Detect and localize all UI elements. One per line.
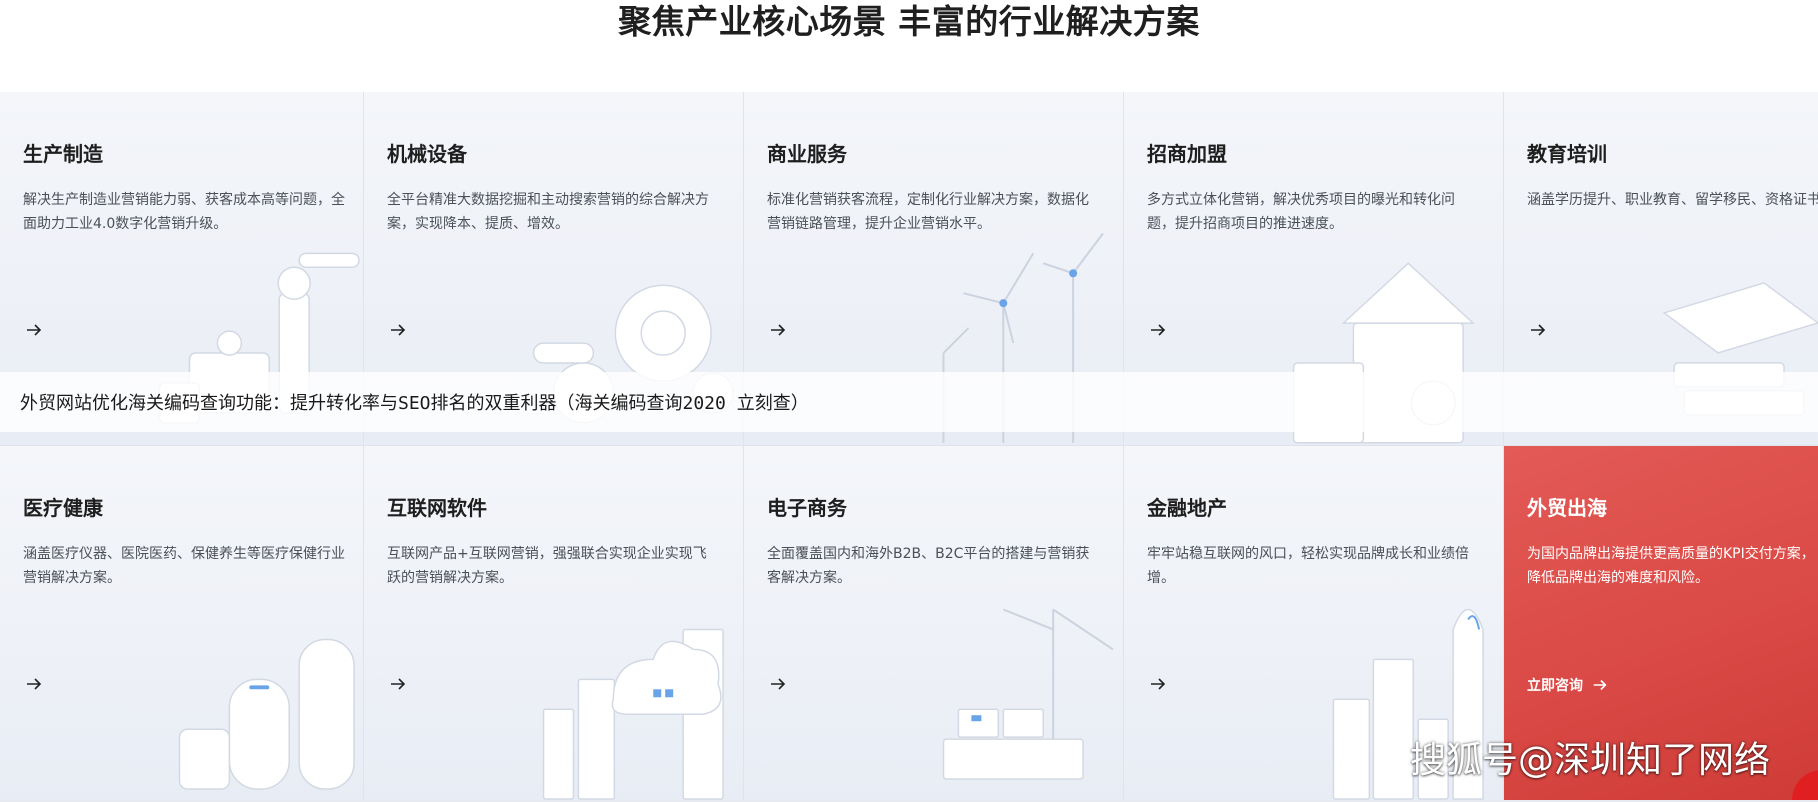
card-title: 电子商务 [767, 496, 847, 520]
card-title: 商业服务 [767, 142, 847, 166]
arrow-right-icon[interactable] [768, 674, 788, 694]
card-description: 牢牢站稳互联网的风口，轻松实现品牌成长和业绩倍增。 [1147, 546, 1469, 586]
arrow-right-icon[interactable] [388, 674, 408, 694]
card-title: 机械设备 [387, 142, 467, 166]
card-description: 全面覆盖国内和海外B2B、B2C平台的搭建与营销获客解决方案。 [767, 546, 1090, 586]
consult-now-label: 立即咨询 [1527, 678, 1583, 694]
arrow-right-icon[interactable] [1148, 674, 1168, 694]
solutions-grid: 生产制造 解决生产制造业营销能力弱、获客成本高等问题，全面助力工业4.0数字化营… [0, 92, 1818, 802]
card-title: 生产制造 [23, 142, 103, 166]
solution-card-internet-software[interactable]: 互联网软件 互联网产品+互联网营销，强强联合实现企业实现飞跃的营销解决方案。 [364, 446, 744, 802]
article-headline-banner[interactable]: 外贸网站优化海关编码查询功能：提升转化率与SEO排名的双重利器（海关编码查询20… [0, 372, 1818, 432]
card-title: 金融地产 [1147, 496, 1227, 520]
solution-card-healthcare[interactable]: 医疗健康 涵盖医疗仪器、医院医药、保健养生等医疗保健行业营销解决方案。 [0, 446, 364, 802]
consult-now-link[interactable]: 立即咨询 [1527, 674, 1609, 696]
card-title: 互联网软件 [387, 496, 487, 520]
card-title: 外贸出海 [1527, 496, 1607, 520]
card-description: 多方式立体化营销，解决优秀项目的曝光和转化问题，提升招商项目的推进速度。 [1147, 192, 1455, 232]
arrow-right-icon[interactable] [1148, 320, 1168, 340]
medicine-bottles-illustration [178, 638, 355, 790]
card-description: 互联网产品+互联网营销，强强联合实现企业实现飞跃的营销解决方案。 [387, 546, 707, 586]
card-description: 涵盖医疗仪器、医院医药、保健养生等医疗保健行业营销解决方案。 [23, 546, 345, 586]
card-description: 涵盖学历提升、职业教育、留学移民、资格证书、教培辅导五大方向的营销解决方案。 [1527, 192, 1818, 208]
arrow-right-icon [1593, 679, 1607, 691]
card-title: 医疗健康 [23, 496, 103, 520]
solution-card-ecommerce[interactable]: 电子商务 全面覆盖国内和海外B2B、B2C平台的搭建与营销获客解决方案。 [744, 446, 1124, 802]
card-title: 招商加盟 [1147, 142, 1227, 166]
card-description: 全平台精准大数据挖掘和主动搜索营销的综合解决方案，实现降本、提质、增效。 [387, 192, 709, 232]
arrow-right-icon[interactable] [388, 320, 408, 340]
arrow-right-icon[interactable] [1528, 320, 1548, 340]
arrow-right-icon[interactable] [768, 320, 788, 340]
sohu-watermark: 搜狐号@深圳知了网络 [1410, 740, 1771, 781]
cloud-city-illustration [542, 628, 724, 800]
arrow-right-icon[interactable] [24, 320, 44, 340]
card-description: 标准化营销获客流程，定制化行业解决方案，数据化营销链路管理，提升企业营销水平。 [767, 192, 1089, 232]
section-title: 聚焦产业核心场景 丰富的行业解决方案 [618, 2, 1200, 41]
port-crane-illustration [942, 608, 1114, 780]
card-description: 解决生产制造业营销能力弱、获客成本高等问题，全面助力工业4.0数字化营销升级。 [23, 192, 345, 232]
industry-solutions-page: 聚焦产业核心场景 丰富的行业解决方案 生产制造 解决生产制造业营销能力弱、获客成… [0, 0, 1818, 802]
article-headline[interactable]: 外贸网站优化海关编码查询功能：提升转化率与SEO排名的双重利器（海关编码查询20… [20, 389, 809, 415]
card-title: 教育培训 [1527, 142, 1607, 166]
arrow-right-icon[interactable] [24, 674, 44, 694]
card-description: 为国内品牌出海提供更高质量的KPI交付方案，降低品牌出海的难度和风险。 [1527, 546, 1815, 586]
